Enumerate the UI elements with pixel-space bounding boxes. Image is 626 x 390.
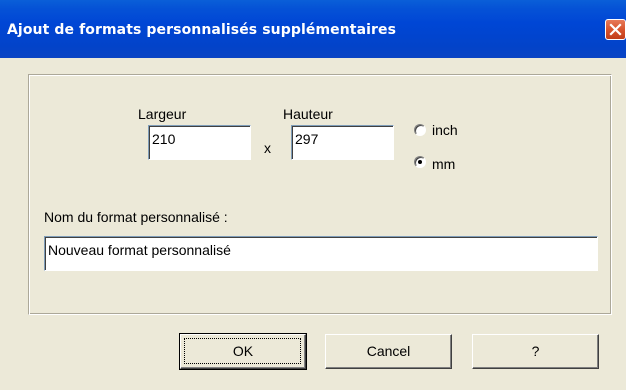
close-button[interactable] bbox=[605, 19, 626, 40]
format-name-input[interactable]: Nouveau format personnalisé bbox=[44, 236, 598, 271]
format-group-box: Largeur 210 x Hauteur 297 inch mm Nom du… bbox=[28, 74, 612, 315]
cancel-button[interactable]: Cancel bbox=[325, 334, 452, 369]
width-input[interactable]: 210 bbox=[148, 125, 251, 160]
width-label: Largeur bbox=[138, 106, 187, 122]
unit-radio-mm[interactable] bbox=[414, 156, 426, 168]
unit-label-mm: mm bbox=[432, 156, 456, 172]
focus-rectangle bbox=[184, 338, 301, 364]
dialog-body: Largeur 210 x Hauteur 297 inch mm Nom du… bbox=[0, 58, 626, 390]
cancel-button-label: Cancel bbox=[366, 343, 411, 359]
dimension-separator: x bbox=[264, 140, 271, 156]
window-title: Ajout de formats personnalisés supplémen… bbox=[7, 22, 397, 38]
ok-button[interactable]: OK bbox=[179, 333, 307, 370]
title-bar: Ajout de formats personnalisés supplémen… bbox=[0, 0, 626, 58]
close-icon bbox=[609, 23, 622, 36]
unit-radio-inch[interactable] bbox=[414, 124, 426, 136]
help-button-label: ? bbox=[531, 343, 540, 359]
height-label: Hauteur bbox=[283, 106, 333, 122]
unit-label-inch: inch bbox=[432, 122, 458, 138]
radio-selected-dot bbox=[418, 160, 422, 164]
help-button[interactable]: ? bbox=[472, 334, 599, 369]
format-name-label: Nom du format personnalisé : bbox=[44, 209, 228, 225]
height-input[interactable]: 297 bbox=[291, 125, 394, 160]
